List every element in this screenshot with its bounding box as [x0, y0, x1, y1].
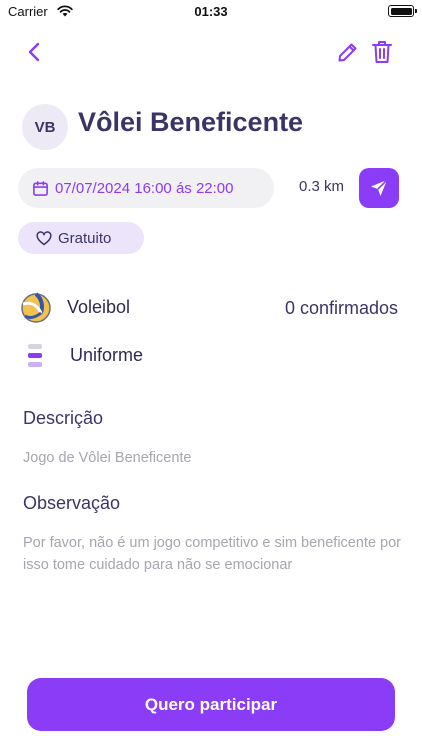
directions-button[interactable] — [359, 168, 399, 208]
pencil-icon — [338, 43, 357, 62]
status-bar: Carrier 01:33 — [0, 0, 422, 24]
event-title: Vôlei Beneficente — [78, 107, 304, 137]
calendar-icon — [33, 180, 48, 196]
heart-icon — [36, 230, 52, 245]
battery-icon — [388, 5, 417, 17]
observation-heading: Observação — [23, 493, 121, 513]
trash-icon — [372, 41, 392, 63]
uniform-icon — [27, 342, 43, 370]
event-datetime-chip: 07/07/2024 16:00 ás 22:00 — [18, 168, 274, 208]
edit-button[interactable] — [334, 38, 362, 66]
sport-label: Voleibol — [67, 297, 131, 317]
delete-button[interactable] — [368, 37, 396, 67]
confirmed-count: 0 confirmados — [284, 298, 398, 318]
chevron-left-icon — [28, 42, 40, 62]
event-distance: 0.3 km — [299, 178, 345, 195]
price-chip: Gratuito — [18, 222, 144, 254]
description-text: Jogo de Vôlei Beneficente — [23, 450, 192, 466]
price-label: Gratuito — [58, 229, 112, 247]
volleyball-icon — [20, 292, 52, 324]
join-button[interactable]: Quero participar — [27, 678, 395, 731]
event-datetime: 07/07/2024 16:00 ás 22:00 — [55, 179, 234, 197]
observation-text: Por favor, não é um jogo competitivo e s… — [23, 535, 402, 573]
event-avatar: VB — [22, 104, 68, 150]
dress-code-label: Uniforme — [70, 345, 144, 365]
status-time: 01:33 — [194, 4, 228, 19]
back-button[interactable] — [20, 38, 48, 66]
description-heading: Descrição — [23, 408, 104, 428]
send-icon — [371, 179, 388, 196]
